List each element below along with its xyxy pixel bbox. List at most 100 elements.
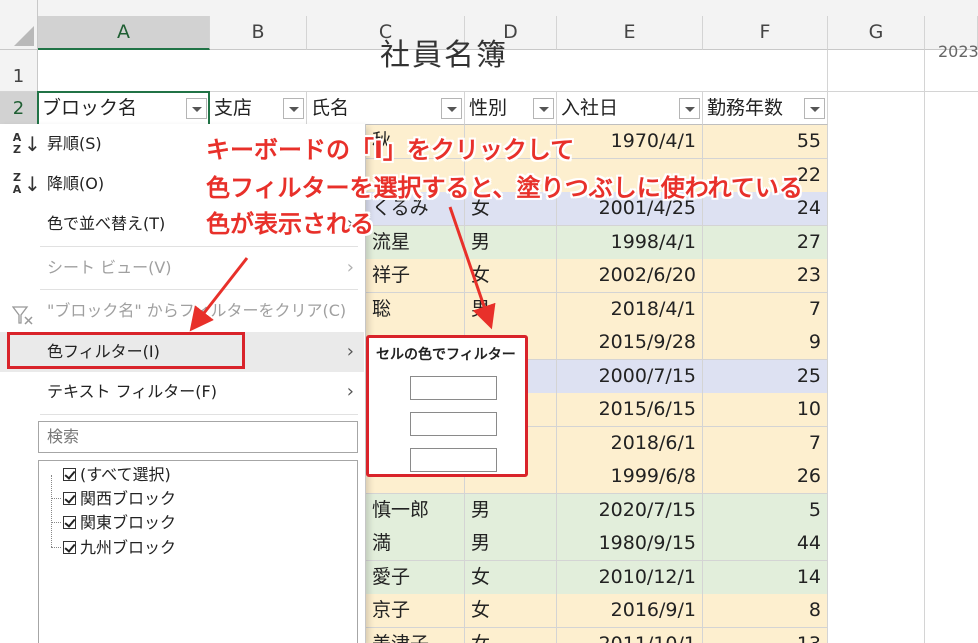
cell-name[interactable]: 聡 — [366, 293, 465, 327]
cell-name[interactable]: 愛子 — [366, 561, 465, 595]
menu-label: 色で並べ替え(T) — [47, 214, 166, 233]
list-item-kansai[interactable]: 関西ブロック — [63, 487, 176, 511]
filter-dropdown-button[interactable] — [283, 98, 304, 119]
cell-years[interactable]: 10 — [703, 393, 828, 427]
header-cell-block: ブロック名 — [38, 92, 210, 125]
cell-name[interactable]: 流星 — [366, 226, 465, 260]
cell-years[interactable]: 7 — [703, 427, 828, 461]
filter-dropdown-button[interactable] — [533, 98, 554, 119]
checkbox[interactable] — [63, 468, 76, 481]
cell-color-filter-submenu: セルの色でフィルター — [366, 335, 528, 477]
filter-dropdown-button[interactable] — [441, 98, 462, 119]
cell-years[interactable]: 13 — [703, 628, 828, 643]
cell-years[interactable]: 55 — [703, 125, 828, 159]
cell-years[interactable]: 44 — [703, 527, 828, 561]
color-swatch-green[interactable] — [410, 448, 497, 472]
cell-date[interactable]: 1970/4/1 — [557, 125, 703, 159]
row-header-1[interactable]: 1 — [0, 50, 38, 92]
header-label-hire-date: 入社日 — [561, 97, 619, 119]
cell-name[interactable]: 慎一郎 — [366, 494, 465, 528]
cell-gender[interactable]: 女 — [465, 259, 557, 293]
menu-label: 昇順(S) — [47, 134, 102, 153]
header-cell-gender: 性別 — [465, 92, 557, 125]
column-header-e[interactable]: E — [557, 16, 703, 50]
cell-date[interactable]: 1998/4/1 — [557, 226, 703, 260]
menu-color-filter[interactable]: 色フィルター(I) › — [0, 332, 364, 372]
search-input[interactable]: 検索 — [38, 421, 358, 453]
cell-h1: 2023 — [938, 42, 978, 61]
cell-date[interactable]: 2010/12/1 — [557, 561, 703, 595]
cell-date[interactable]: 2000/7/15 — [557, 360, 703, 394]
column-header-g[interactable]: G — [828, 16, 925, 50]
cell-years[interactable]: 5 — [703, 494, 828, 528]
filter-value-list: (すべて選択) 関西ブロック 関東ブロック 九州ブロック — [38, 460, 358, 643]
menu-label: 降順(O) — [47, 174, 105, 193]
cell-date[interactable]: 2011/10/1 — [557, 628, 703, 643]
header-cell-hire-date: 入社日 — [557, 92, 703, 125]
header-label-years: 勤務年数 — [707, 97, 784, 119]
sort-descending-icon: Z A ↓ — [12, 171, 41, 196]
filter-dropdown-button[interactable] — [679, 98, 700, 119]
menu-label: シート ビュー(V) — [47, 258, 172, 277]
column-header-f[interactable]: F — [703, 16, 828, 50]
cell-date[interactable]: 2018/4/1 — [557, 293, 703, 327]
cell-years[interactable]: 26 — [703, 460, 828, 494]
cell-date[interactable]: 1980/9/15 — [557, 527, 703, 561]
checkbox[interactable] — [63, 516, 76, 529]
cell-gender[interactable]: 男 — [465, 494, 557, 528]
list-item-kyushu[interactable]: 九州ブロック — [63, 536, 176, 560]
cell-gender[interactable]: 男 — [465, 226, 557, 260]
cell-years[interactable]: 27 — [703, 226, 828, 260]
cell-date[interactable]: 2015/9/28 — [557, 326, 703, 360]
header-cell-years: 勤務年数 — [703, 92, 828, 125]
cell-date[interactable]: 2018/6/1 — [557, 427, 703, 461]
chevron-right-icon: › — [346, 341, 354, 362]
cell-date[interactable]: 2016/9/1 — [557, 594, 703, 628]
filter-dropdown-button[interactable] — [804, 98, 825, 119]
menu-label: "ブロック名" からフィルターをクリア(C) — [47, 301, 347, 320]
row-header-2[interactable]: 2 — [0, 92, 38, 125]
menu-label: テキスト フィルター(F) — [47, 382, 217, 401]
cell-years[interactable]: 25 — [703, 360, 828, 394]
cell-years[interactable]: 8 — [703, 594, 828, 628]
cell-name[interactable]: 満 — [366, 527, 465, 561]
select-all-corner[interactable] — [0, 0, 38, 50]
header-cell-branch: 支店 — [210, 92, 307, 125]
cell-years[interactable]: 9 — [703, 326, 828, 360]
menu-label: 色フィルター(I) — [47, 342, 160, 361]
list-item-kanto[interactable]: 関東ブロック — [63, 511, 176, 535]
cell-gender[interactable]: 女 — [465, 561, 557, 595]
submenu-title: セルの色でフィルター — [376, 347, 516, 363]
chevron-right-icon: › — [346, 257, 354, 278]
column-header-b[interactable]: B — [210, 16, 307, 50]
filter-dropdown-button[interactable] — [186, 98, 207, 119]
cell-date[interactable]: 2015/6/15 — [557, 393, 703, 427]
cell-date[interactable]: 1999/6/8 — [557, 460, 703, 494]
header-label-block: ブロック名 — [42, 97, 138, 119]
cell-gender[interactable]: 男 — [465, 527, 557, 561]
cell-years[interactable]: 7 — [703, 293, 828, 327]
checkbox[interactable] — [63, 492, 76, 505]
cell-years[interactable]: 14 — [703, 561, 828, 595]
annotation-line-3: 色が表示される — [206, 210, 374, 238]
checkbox[interactable] — [63, 541, 76, 554]
color-swatch-orange[interactable] — [410, 376, 497, 400]
color-swatch-blue[interactable] — [410, 412, 497, 436]
cell-gender[interactable]: 男 — [465, 293, 557, 327]
menu-text-filter[interactable]: テキスト フィルター(F) › — [0, 372, 364, 412]
list-item-select-all[interactable]: (すべて選択) — [63, 463, 171, 487]
cell-gender[interactable]: 女 — [465, 594, 557, 628]
list-item-label: 関西ブロック — [80, 489, 177, 508]
cell-name[interactable]: 京子 — [366, 594, 465, 628]
cell-name[interactable]: 祥子 — [366, 259, 465, 293]
cell-name[interactable]: 美津子 — [366, 628, 465, 643]
list-item-label: 関東ブロック — [80, 513, 177, 532]
cell-gender[interactable]: 女 — [465, 628, 557, 643]
sort-ascending-icon: A Z ↓ — [12, 131, 41, 156]
list-item-label: (すべて選択) — [80, 465, 171, 484]
cell-date[interactable]: 2020/7/15 — [557, 494, 703, 528]
cell-date[interactable]: 2002/6/20 — [557, 259, 703, 293]
column-header-a[interactable]: A — [38, 16, 210, 50]
cell-years[interactable]: 23 — [703, 259, 828, 293]
menu-clear-filter: "ブロック名" からフィルターをクリア(C) — [0, 291, 364, 331]
